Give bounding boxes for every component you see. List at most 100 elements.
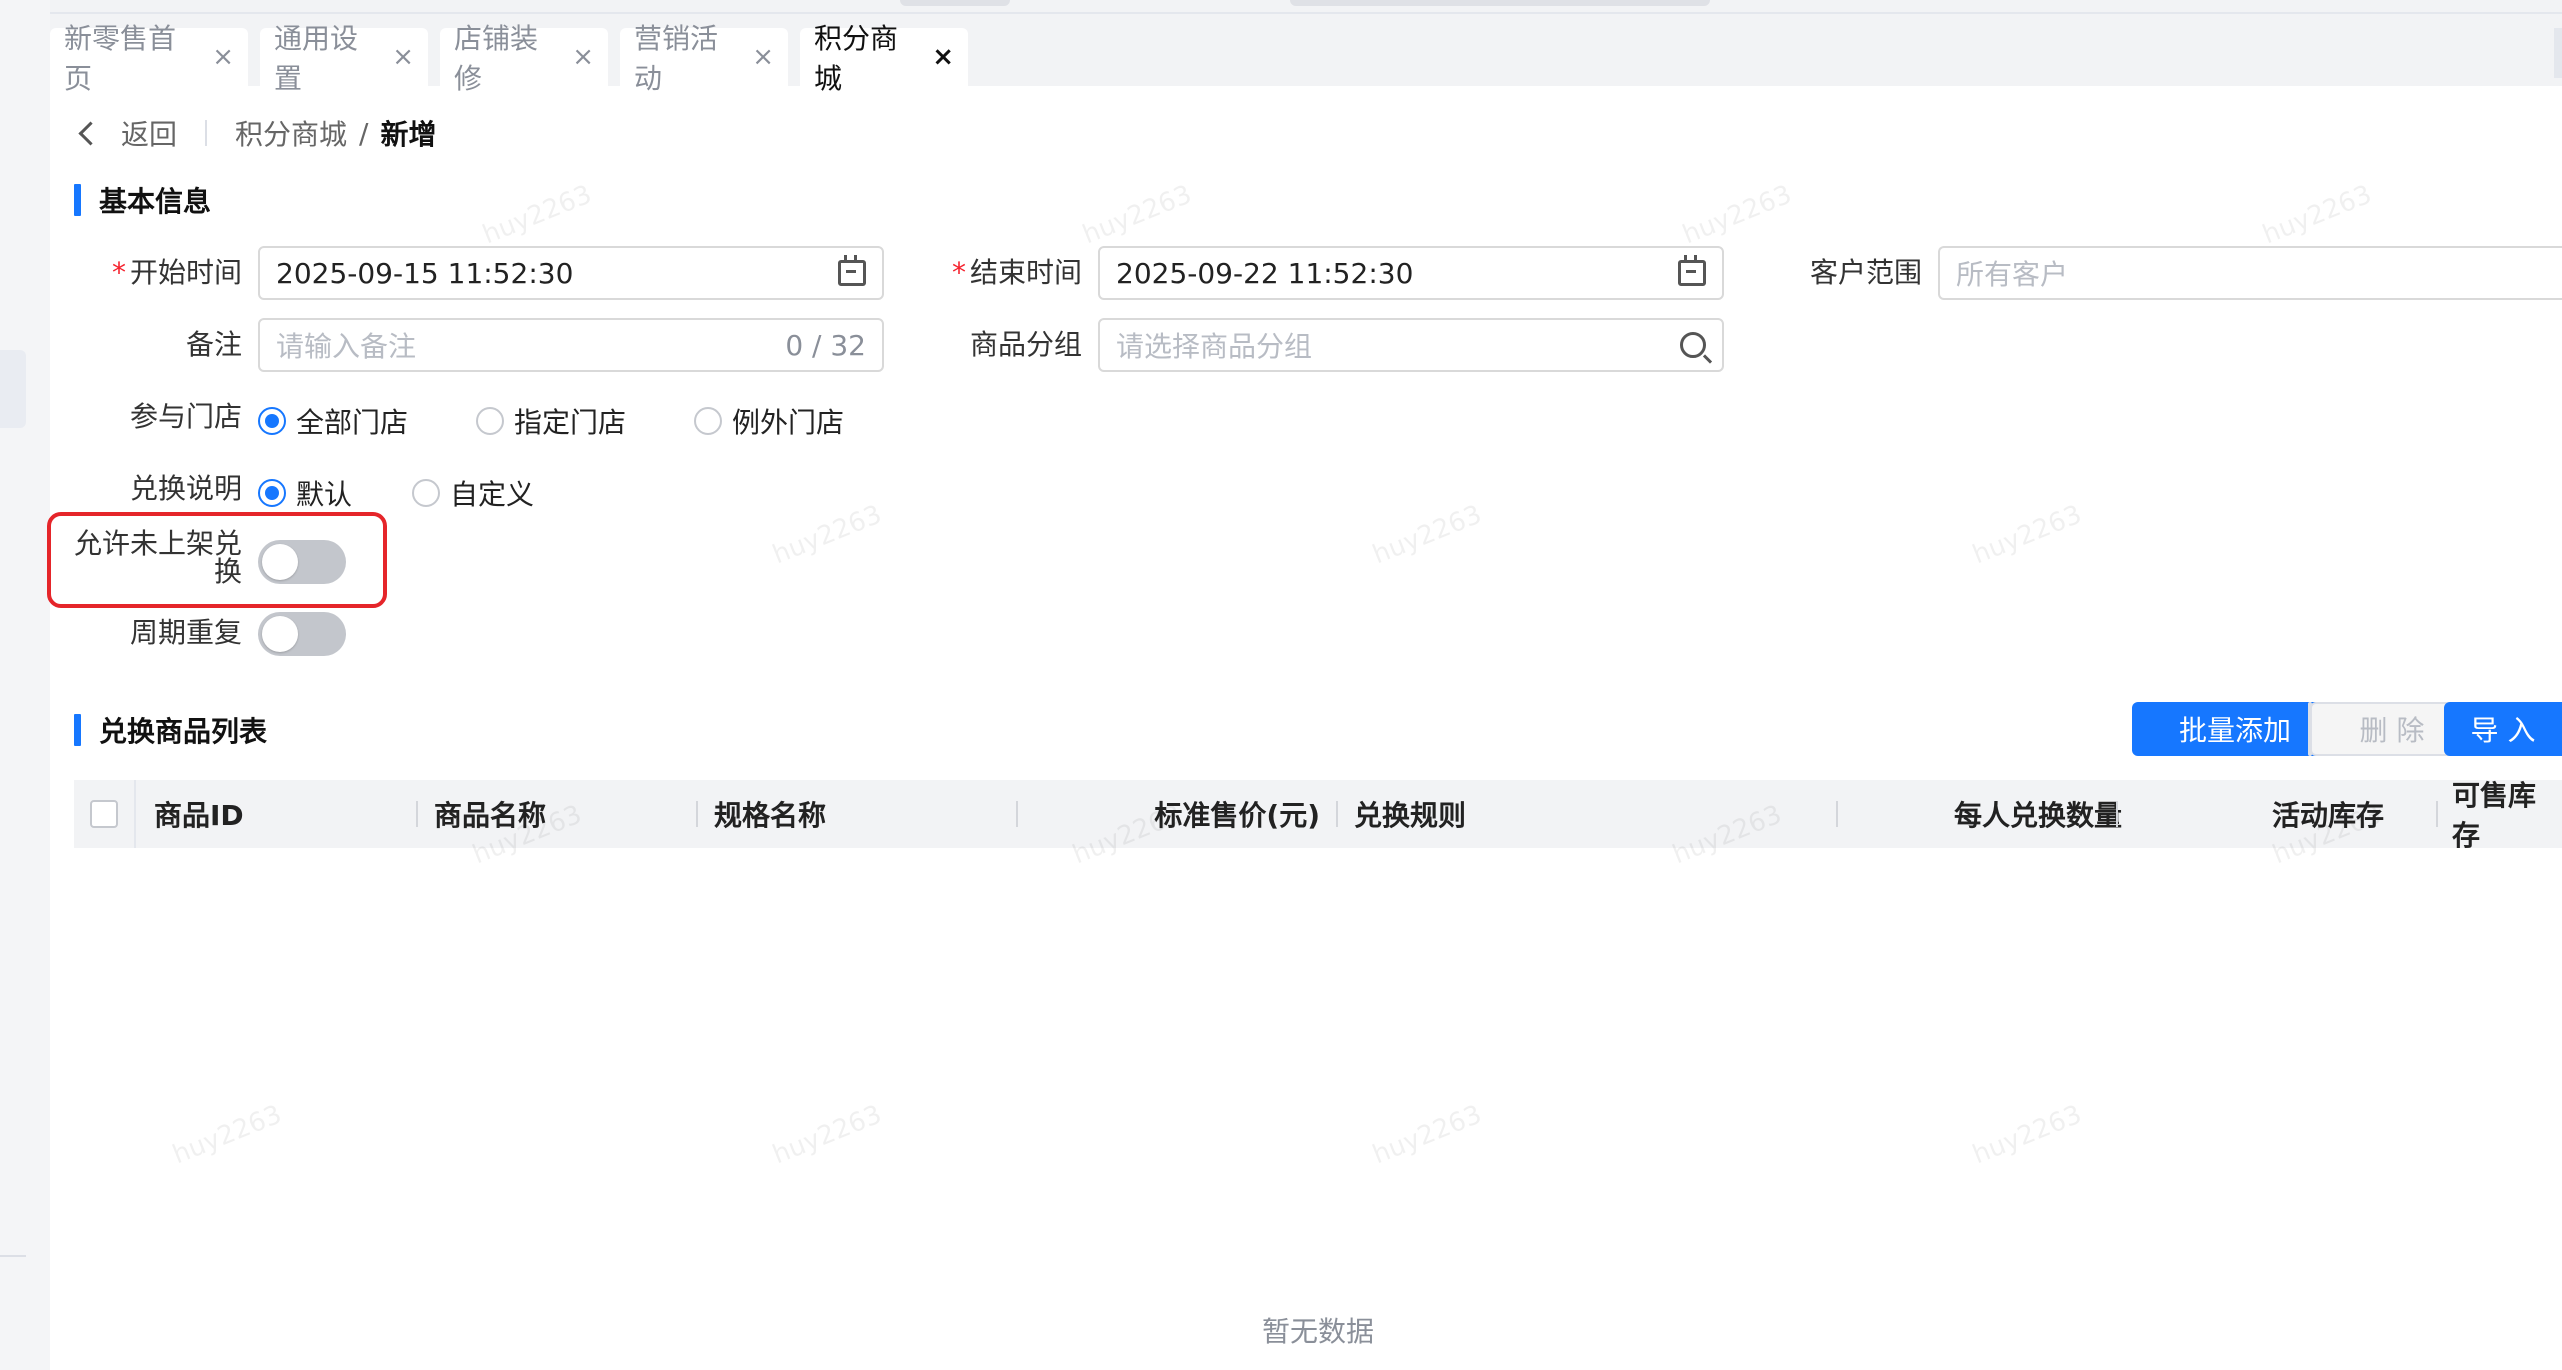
column-divider	[134, 780, 136, 848]
remark-input[interactable]: 请输入备注 0 / 32	[258, 318, 884, 372]
section-title: 基本信息	[99, 185, 212, 218]
sidebar-selected-edge	[0, 350, 26, 428]
scroll-edge	[2554, 28, 2562, 78]
watermark: huy2263	[1368, 1099, 1486, 1171]
column-divider	[2436, 801, 2438, 827]
switch-knob	[262, 616, 298, 652]
watermark: huy2263	[1968, 1099, 2086, 1171]
product-group-select[interactable]: 请选择商品分组	[1098, 318, 1724, 372]
radio-dot[interactable]	[694, 407, 723, 435]
top-strip	[0, 0, 2562, 14]
tab-label: 新零售首页	[64, 22, 177, 95]
top-pill	[1290, 0, 1710, 6]
watermark: huy2263	[1968, 499, 2086, 571]
col-exchange-rule[interactable]: 兑换规则	[1354, 780, 1466, 848]
section-product-list: 兑换商品列表	[74, 712, 267, 748]
watermark: huy2263	[768, 1099, 886, 1171]
column-divider	[416, 801, 418, 827]
radio-dot[interactable]	[412, 479, 441, 507]
breadcrumb: 返回 积分商城 / 新增	[74, 110, 436, 156]
watermark: huy2263	[2258, 179, 2376, 251]
stores-label: 参与门店	[129, 400, 242, 433]
column-divider	[2116, 801, 2118, 827]
end-time-value: 2025-09-22 11:52:30	[1116, 256, 1414, 290]
remark-label: 备注	[185, 328, 242, 361]
remark-counter: 0 / 32	[785, 328, 866, 362]
close-icon[interactable]: ×	[932, 42, 954, 72]
radio-label: 指定门店	[514, 406, 627, 439]
col-per-person-qty[interactable]: 每人兑换数量	[1854, 780, 2122, 848]
tab-label: 积分商城	[814, 22, 899, 95]
radio-all-stores[interactable]: 全部门店	[258, 401, 408, 441]
radio-label: 默认	[296, 478, 353, 511]
tab-label: 营销活动	[634, 22, 719, 95]
col-product-id[interactable]: 商品ID	[154, 780, 244, 848]
tab-store-decoration[interactable]: 店铺装修 ×	[440, 22, 608, 95]
breadcrumb-parent[interactable]: 积分商城	[235, 113, 347, 153]
stores-radio-group: 全部门店 指定门店 例外门店	[258, 401, 912, 441]
watermark: huy2263	[1078, 179, 1196, 251]
column-divider	[1016, 801, 1018, 827]
radio-custom[interactable]: 自定义	[412, 473, 534, 513]
customer-scope-placeholder: 所有客户	[1956, 258, 2069, 291]
exchange-desc-label: 兑换说明	[129, 472, 242, 505]
section-title: 兑换商品列表	[99, 715, 268, 748]
close-icon[interactable]: ×	[212, 42, 234, 72]
radio-dot[interactable]	[258, 407, 286, 435]
required-mark: *	[111, 256, 126, 289]
radio-label: 例外门店	[732, 406, 845, 439]
section-basic-info: 基本信息	[74, 182, 211, 218]
radio-default[interactable]: 默认	[258, 473, 352, 513]
col-sellable-stock[interactable]: 可售库存	[2452, 779, 2562, 852]
radio-label: 自定义	[450, 478, 535, 511]
tab-label: 店铺装修	[454, 22, 539, 95]
breadcrumb-current: 新增	[380, 118, 437, 151]
remark-placeholder: 请输入备注	[276, 330, 417, 363]
product-group-placeholder: 请选择商品分组	[1116, 330, 1313, 363]
table-header: 商品ID 商品名称 规格名称 标准售价(元) 兑换规则 每人兑换数量 活动库存 …	[74, 779, 2562, 852]
tab-points-mall[interactable]: 积分商城 ×	[800, 22, 968, 95]
empty-state-text: 暂无数据	[1261, 1315, 1374, 1348]
tab-general-settings[interactable]: 通用设置 ×	[260, 22, 428, 95]
top-pill	[900, 0, 1010, 6]
breadcrumb-divider	[205, 120, 208, 146]
start-time-value: 2025-09-15 11:52:30	[276, 256, 574, 290]
radio-label: 全部门店	[296, 406, 409, 439]
watermark: huy2263	[1678, 179, 1796, 251]
watermark: huy2263	[1368, 499, 1486, 571]
calendar-icon[interactable]	[1678, 255, 1706, 286]
customer-scope-label: 客户范围	[1809, 256, 1922, 289]
calendar-icon[interactable]	[838, 255, 866, 286]
back-link[interactable]: 返回	[121, 113, 177, 153]
section-marker	[74, 714, 81, 746]
chevron-left-icon[interactable]	[78, 120, 103, 146]
watermark: huy2263	[168, 1099, 286, 1171]
sidebar-divider	[0, 1255, 26, 1257]
annotation-highlight-box	[47, 512, 387, 608]
watermark: huy2263	[478, 179, 596, 251]
radio-dot[interactable]	[476, 407, 505, 435]
breadcrumb-separator: /	[359, 116, 369, 150]
end-time-label: * 结束时间	[900, 257, 1082, 289]
start-time-picker[interactable]: 2025-09-15 11:52:30	[258, 246, 884, 300]
close-icon[interactable]: ×	[392, 42, 414, 72]
search-icon[interactable]	[1680, 332, 1706, 358]
column-divider	[1836, 801, 1838, 827]
start-time-label: * 开始时间	[60, 257, 242, 289]
col-spec-name[interactable]: 规格名称	[714, 780, 826, 848]
end-time-picker[interactable]: 2025-09-22 11:52:30	[1098, 246, 1724, 300]
tab-new-retail-home[interactable]: 新零售首页 ×	[50, 22, 248, 95]
periodic-repeat-switch[interactable]	[258, 612, 346, 656]
select-all-checkbox[interactable]	[90, 800, 118, 828]
radio-specified-stores[interactable]: 指定门店	[476, 401, 626, 441]
close-icon[interactable]: ×	[572, 42, 594, 72]
tab-label: 通用设置	[274, 22, 359, 95]
tab-bar: 新零售首页 × 通用设置 × 店铺装修 × 营销活动 × 积分商城 ×	[50, 14, 2562, 95]
import-button[interactable]: 导 入	[2444, 702, 2562, 756]
customer-scope-select[interactable]: 所有客户	[1938, 246, 2562, 300]
tab-marketing[interactable]: 营销活动 ×	[620, 22, 788, 95]
close-icon[interactable]: ×	[752, 42, 774, 72]
radio-excluded-stores[interactable]: 例外门店	[694, 401, 844, 441]
radio-dot[interactable]	[258, 479, 286, 507]
exchange-desc-radio-group: 默认 自定义	[258, 473, 602, 513]
